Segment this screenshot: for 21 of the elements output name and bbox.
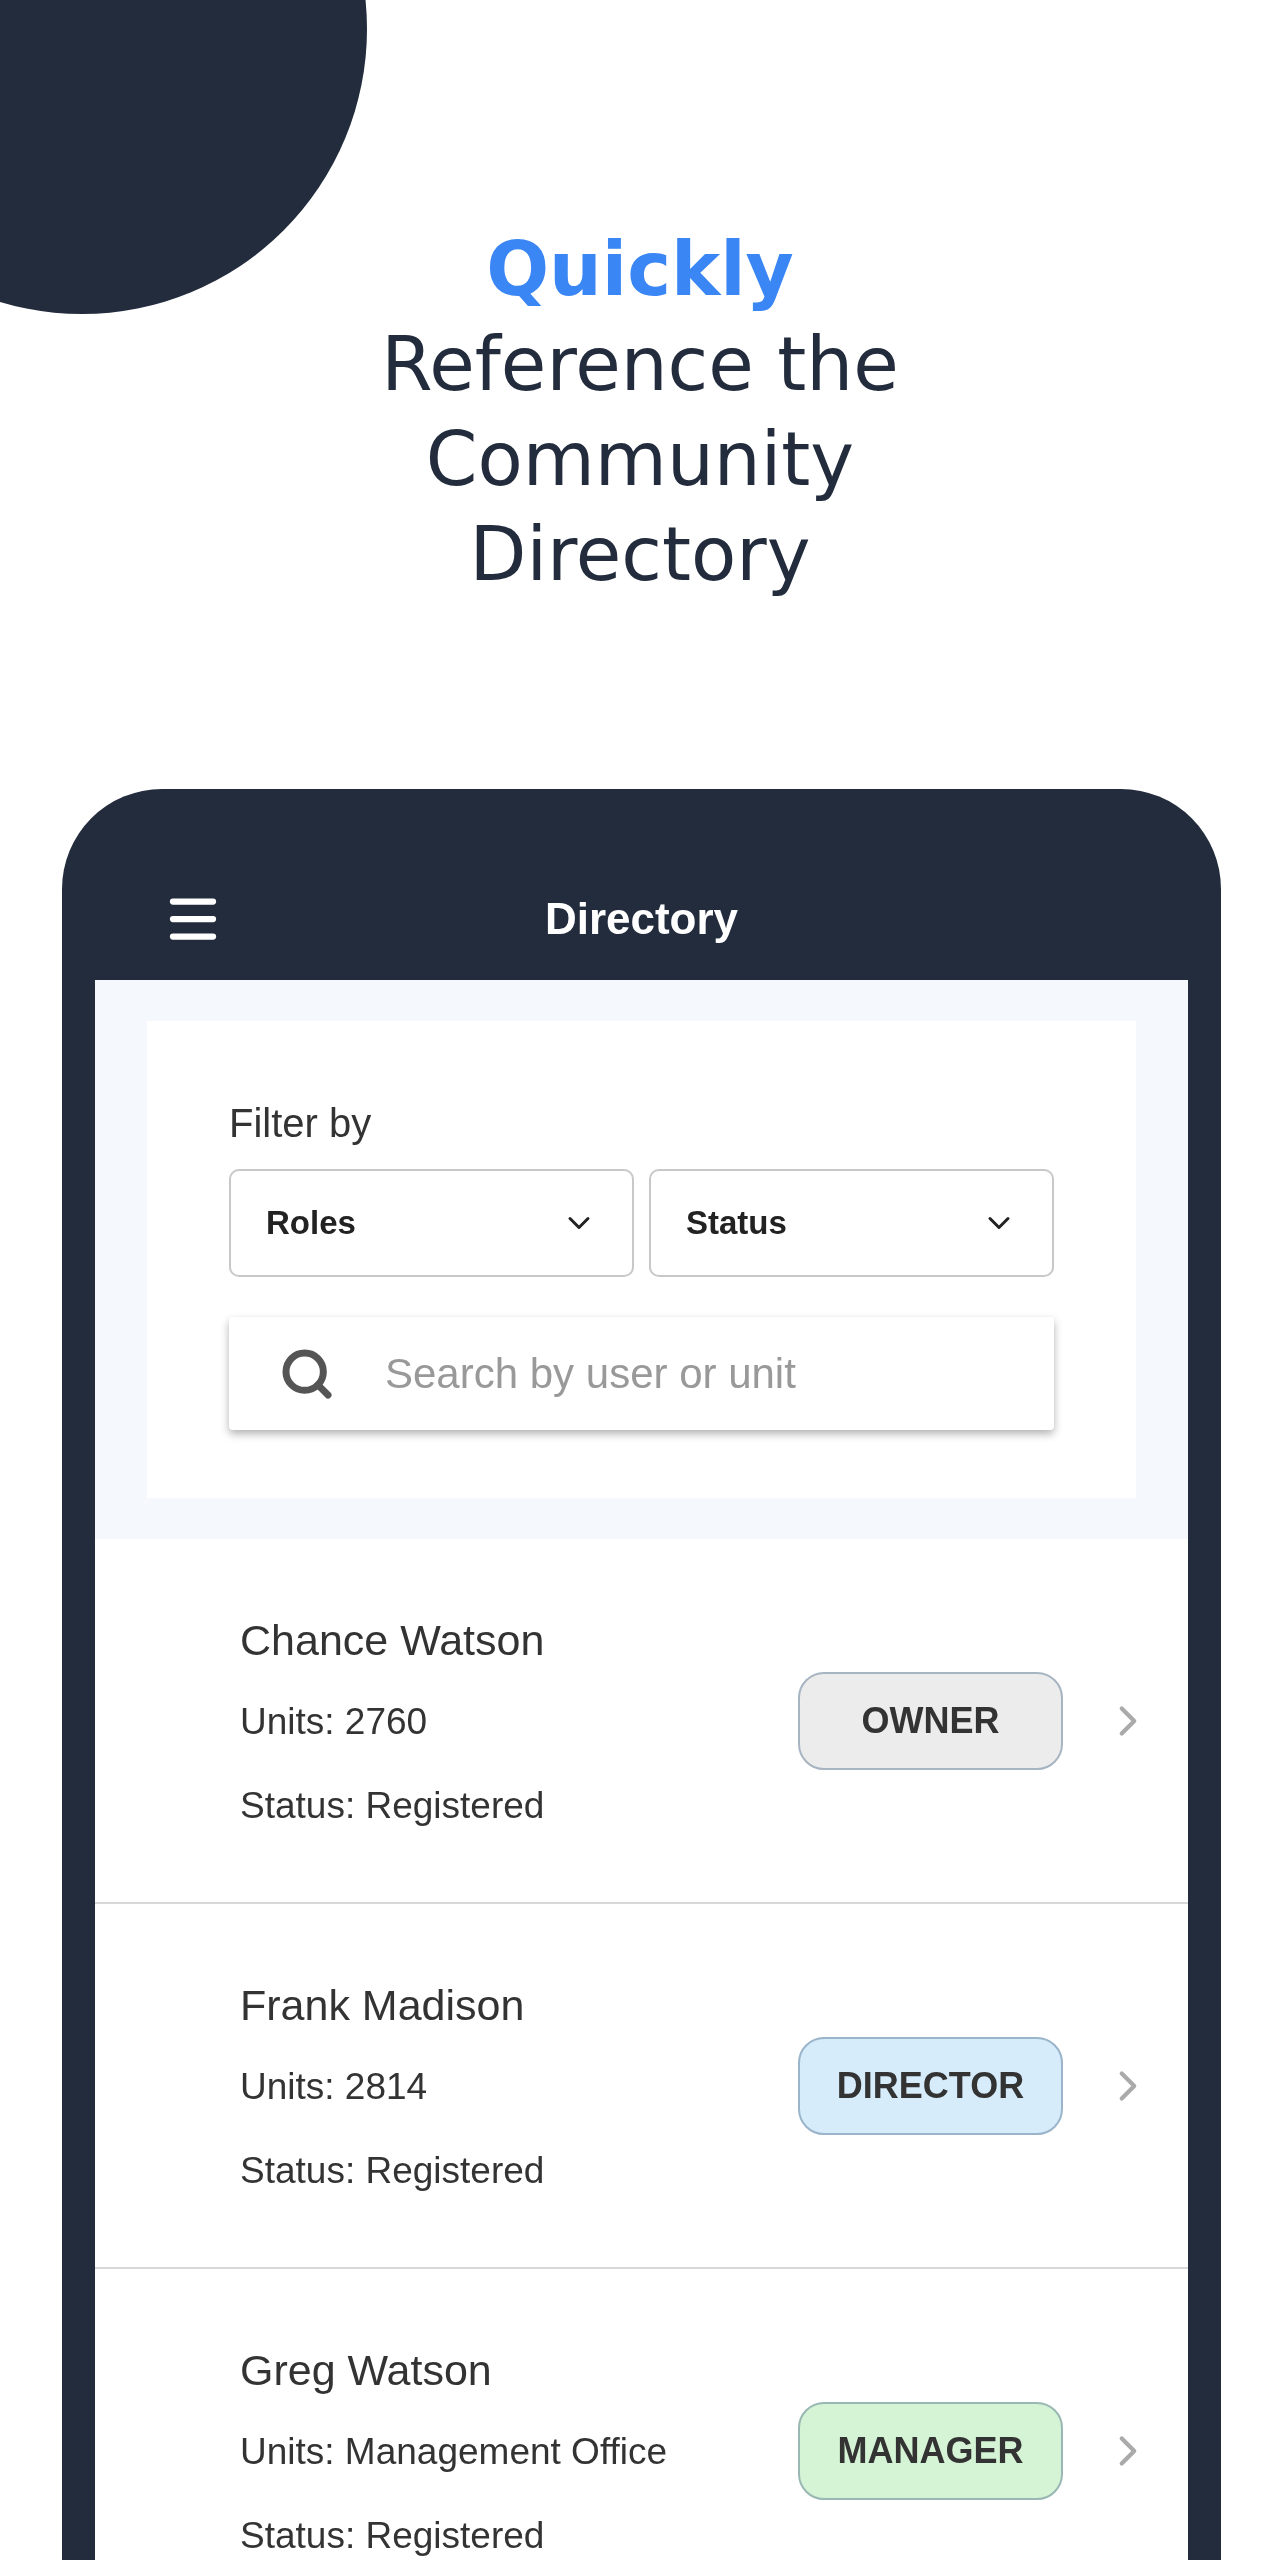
member-status: Status: Registered: [240, 2148, 546, 2193]
member-name: Chance Watson: [240, 1614, 546, 1666]
dropdown[interactable]: Status: [649, 1169, 1054, 1277]
heading-line: Directory: [469, 510, 811, 599]
filter-label: Filter by: [229, 1100, 373, 1147]
heading-line: Reference the: [381, 320, 899, 409]
member-name: Greg Watson: [240, 2344, 493, 2396]
app-bar-title: Directory: [544, 893, 739, 945]
member-status: Status: Registered: [240, 2513, 546, 2558]
role-badge: OWNER: [798, 1671, 1063, 1770]
role-badge: DIRECTOR: [798, 2036, 1063, 2135]
heading-line: Community: [425, 415, 855, 504]
heading-highlight: Quickly: [486, 225, 794, 314]
search-field[interactable]: Search by user or unit: [385, 1342, 1004, 1405]
member-status: Status: Registered: [240, 1783, 546, 1828]
role-badge: MANAGER: [798, 2401, 1063, 2500]
member-units: Units: 2760: [240, 1700, 429, 1745]
member-name: Frank Madison: [240, 1979, 526, 2031]
member-units: Units: Management Office: [240, 2430, 669, 2475]
member-units: Units: 2814: [240, 2065, 429, 2110]
dropdown[interactable]: Roles: [229, 1169, 634, 1277]
